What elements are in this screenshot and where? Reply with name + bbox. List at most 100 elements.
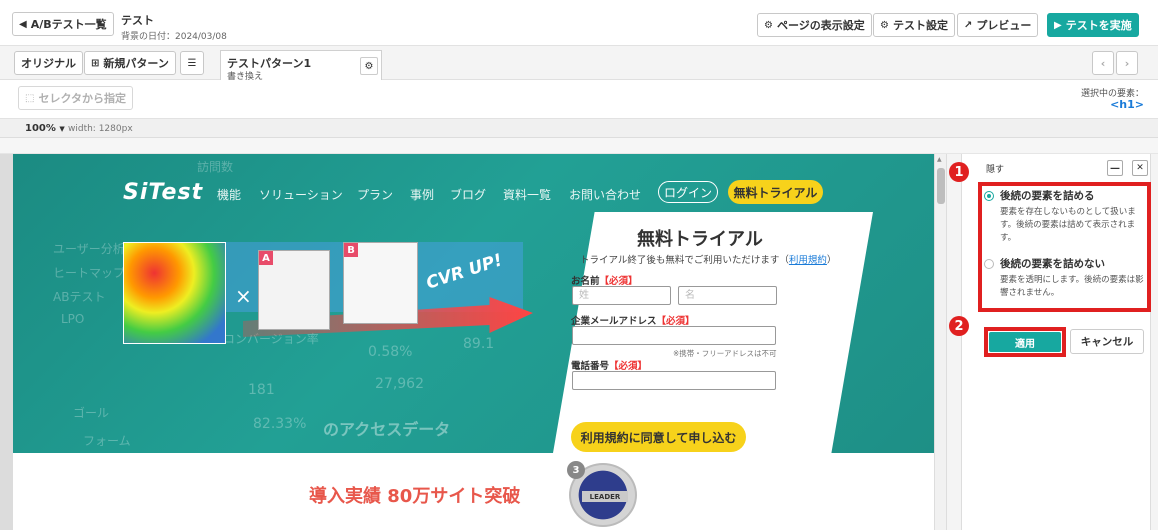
minus-icon: — — [1110, 162, 1120, 174]
scroll-tabs-left-button[interactable]: ‹ — [1092, 51, 1114, 75]
run-test-label: テストを実施 — [1065, 19, 1132, 32]
tab-test-pattern-1[interactable]: テストパターン1 書き換え ⚙ — [220, 50, 382, 82]
login-link[interactable]: ログイン — [658, 181, 718, 203]
scroll-tabs-right-button[interactable]: › — [1116, 51, 1138, 75]
back-to-list-label: A/Bテスト一覧 — [30, 18, 107, 31]
new-pattern-button[interactable]: ⊞ 新規パターン — [84, 51, 176, 75]
form-title: 無料トライアル — [637, 229, 763, 250]
nav-item[interactable]: 資料一覧 — [503, 186, 551, 203]
phone-label: 電話番号【必須】 — [571, 358, 647, 372]
panel-title: 隠す — [986, 165, 1005, 175]
sitest-logo: SiTest — [123, 180, 204, 205]
bg-text: 181 — [248, 382, 275, 398]
gear-icon: ⚙ — [880, 19, 889, 31]
caret-down-icon: ▼ — [59, 125, 65, 133]
tab-original[interactable]: オリジナル — [14, 51, 83, 75]
pattern-list-button[interactable]: ☰ — [180, 51, 204, 75]
close-icon: ✕ — [1136, 163, 1144, 173]
bg-text: ゴール — [73, 406, 110, 420]
bg-text: フォーム — [83, 434, 131, 448]
bg-text: ヒートマップ — [53, 266, 126, 280]
nav-item[interactable]: 事例 — [410, 186, 434, 203]
preview-button[interactable]: ↗ プレビュー — [957, 13, 1039, 37]
option-keep-space-title[interactable]: 後続の要素を詰めない — [1000, 256, 1105, 271]
page-b-image: B — [343, 242, 418, 324]
terms-link[interactable]: 利用規約 — [789, 255, 827, 266]
bg-text: LPO — [61, 312, 85, 326]
selection-square-icon: ⬚ — [25, 92, 35, 104]
annotation-marker-1: 1 — [949, 162, 969, 182]
test-name: テスト — [121, 14, 154, 27]
test-settings-button[interactable]: ⚙ テスト設定 — [873, 13, 955, 37]
bg-text: 82.33% — [253, 416, 307, 432]
nav-item[interactable]: 機能 — [217, 186, 241, 203]
nav-item[interactable]: ソリューション — [259, 186, 343, 203]
selected-element-value[interactable]: <h1> — [1110, 98, 1144, 111]
hero-visual: × A B CVR UP! — [123, 242, 533, 352]
email-input[interactable] — [572, 326, 776, 345]
chevron-right-icon: › — [1124, 56, 1130, 70]
canvas-scrollbar[interactable]: ▲ — [934, 154, 946, 530]
gear-icon: ⚙ — [764, 19, 773, 31]
page-display-settings-label: ページの表示設定 — [776, 19, 865, 32]
times-symbol: × — [235, 284, 252, 308]
page-canvas[interactable]: ユーザー分析 ヒートマップ ABテスト LPO コンバージョン率 0.58% 1… — [0, 154, 934, 530]
selector-row: ⬚ セレクタから指定 選択中の要素： <h1> — [0, 80, 1158, 119]
radio-keep-space[interactable] — [984, 259, 994, 269]
form-desc-suffix: ） — [826, 255, 837, 266]
form-desc-prefix: トライアル終了後も無料でご利用いただけます（ — [580, 255, 789, 266]
zoom-dropdown[interactable]: 100% ▼ — [25, 123, 65, 134]
panel-body: 隠す — ✕ 後続の要素を詰める 要素を存在しないものとして扱います。後続の要素… — [961, 154, 1151, 530]
email-label: 企業メールアドレス【必須】 — [571, 313, 695, 327]
first-name-input[interactable]: 名 — [678, 286, 777, 305]
submit-trial-button[interactable]: 利用規約に同意して申し込む — [571, 422, 746, 452]
form-description: トライアル終了後も無料でご利用いただけます（利用規約） — [580, 252, 836, 266]
close-button[interactable]: ✕ — [1132, 160, 1148, 176]
viewport-width: width: 1280px — [68, 124, 133, 134]
email-note: ※携帯・フリーアドレスは不可 — [673, 349, 777, 358]
chevron-left-icon: ‹ — [1100, 56, 1106, 70]
option-keep-space-description: 要素を透明にします。後続の要素は影響されません。 — [1000, 275, 1144, 298]
nav-item[interactable]: プラン — [357, 186, 393, 203]
hide-element-panel: 隠す — ✕ 後続の要素を詰める 要素を存在しないものとして扱います。後続の要素… — [946, 154, 1158, 530]
badge-text: LEADER — [582, 491, 628, 502]
column-ruler — [0, 138, 1158, 154]
scrollbar-thumb[interactable] — [937, 168, 945, 204]
zoom-level: 100% — [25, 123, 56, 134]
run-test-button[interactable]: ▶ テストを実施 — [1047, 13, 1139, 37]
page-a-label: A — [259, 251, 273, 265]
tab-original-label: オリジナル — [21, 57, 76, 70]
results-section: 導入実績 80万サイト突破 LEADER 3 — [13, 453, 934, 530]
select-by-selector-button[interactable]: ⬚ セレクタから指定 — [18, 86, 134, 110]
option-collapse-title[interactable]: 後続の要素を詰める — [1000, 188, 1095, 203]
page-display-settings-button[interactable]: ⚙ ページの表示設定 — [757, 13, 872, 37]
top-bar: ◀ A/Bテスト一覧 テスト 背景の日付：2024/03/08 ⚙ ページの表示… — [0, 0, 1158, 46]
annotation-marker-2: 2 — [949, 316, 969, 336]
free-trial-nav-button[interactable]: 無料トライアル — [728, 180, 823, 204]
bg-text: 27,962 — [375, 376, 424, 392]
play-circle-icon: ▶ — [1054, 19, 1062, 31]
pattern-settings-button[interactable]: ⚙ — [360, 57, 378, 75]
list-icon: ☰ — [187, 57, 197, 69]
new-pattern-label: 新規パターン — [103, 57, 169, 70]
nav-item[interactable]: お問い合わせ — [569, 186, 641, 203]
back-to-list-button[interactable]: ◀ A/Bテスト一覧 — [12, 12, 114, 36]
apply-button[interactable]: 適用 — [989, 332, 1061, 352]
preview-label: プレビュー — [976, 19, 1032, 32]
cancel-button[interactable]: キャンセル — [1070, 329, 1144, 354]
background-date: 背景の日付：2024/03/08 — [121, 32, 227, 42]
hero-section[interactable]: ユーザー分析 ヒートマップ ABテスト LPO コンバージョン率 0.58% 1… — [13, 154, 934, 453]
phone-input[interactable] — [572, 371, 776, 390]
bg-text: ユーザー分析 — [53, 242, 125, 256]
results-heading: 導入実績 80万サイト突破 — [309, 486, 521, 507]
last-name-input[interactable]: 姓 — [572, 286, 671, 305]
nav-item[interactable]: ブログ — [450, 186, 486, 203]
radio-collapse-following[interactable] — [984, 191, 994, 201]
pattern-tab-bar: オリジナル ⊞ 新規パターン ☰ テストパターン1 書き換え ⚙ ‹ › — [0, 46, 1158, 82]
test-settings-label: テスト設定 — [892, 19, 948, 32]
minimize-button[interactable]: — — [1107, 160, 1123, 176]
select-by-selector-label: セレクタから指定 — [38, 92, 127, 105]
zoom-row: 100% ▼ width: 1280px — [0, 119, 1158, 138]
scroll-up-icon[interactable]: ▲ — [937, 156, 942, 163]
arrow-left-circle-icon: ◀ — [19, 18, 27, 30]
